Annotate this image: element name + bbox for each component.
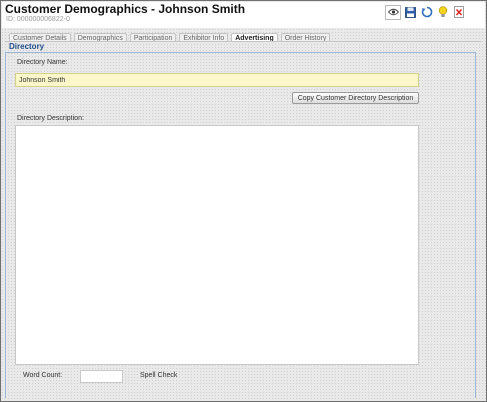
word-count-label: Word Count: [23,372,63,379]
toolbar [385,4,487,20]
customer-id: ID: 000000006822-0 [6,16,70,23]
section-title: Directory [9,42,45,51]
directory-name-label: Directory Name: [17,59,68,66]
delete-icon[interactable] [452,6,465,19]
window-frame: Customer Demographics - Johnson Smith ID… [0,0,487,402]
lightbulb-icon[interactable] [436,6,449,19]
save-icon[interactable] [404,6,417,19]
section-rule [5,52,476,53]
copy-directory-description-button[interactable]: Copy Customer Directory Description [292,92,419,104]
tab-divider [5,41,481,42]
refresh-icon[interactable] [420,6,433,19]
spell-check-link[interactable]: Spell Check [140,372,177,379]
directory-description-label: Directory Description: [17,115,84,122]
directory-description-textarea[interactable] [15,125,419,365]
eye-icon[interactable] [385,4,401,20]
word-count-field[interactable] [80,370,123,383]
page-title: Customer Demographics - Johnson Smith [5,2,246,16]
page-header: Customer Demographics - Johnson Smith ID… [2,2,485,28]
directory-name-input[interactable] [15,73,419,87]
